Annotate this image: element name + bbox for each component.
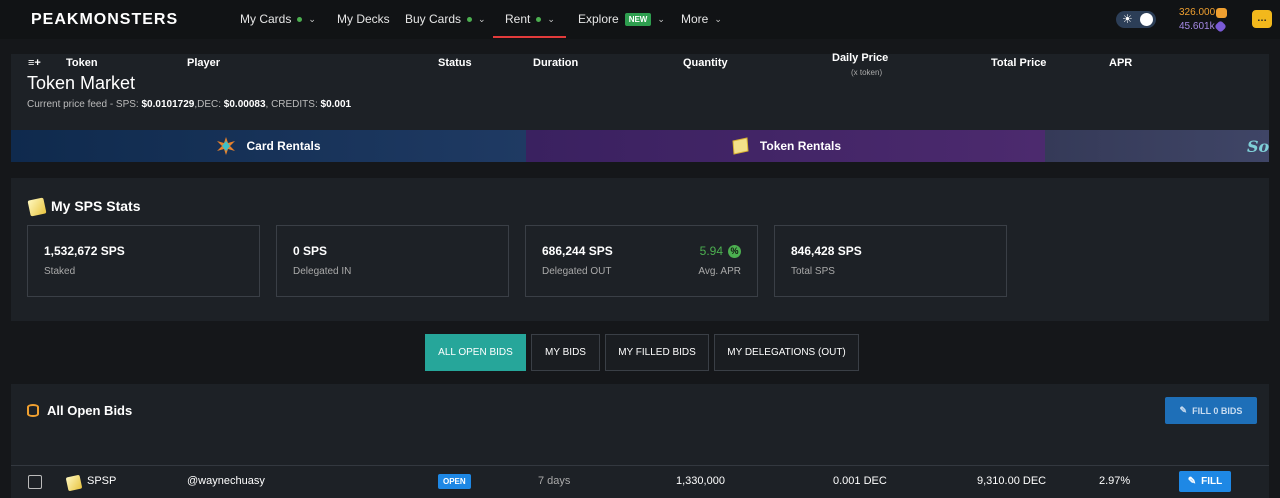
column-settings-icon[interactable]: ≡+ <box>28 57 41 69</box>
active-tab-indicator <box>493 36 566 38</box>
stat-delegated-in: 0 SPS Delegated IN <box>276 225 509 297</box>
col-daily-price[interactable]: Daily Price <box>832 52 888 64</box>
status-dot <box>297 16 303 22</box>
token-icon <box>65 474 83 492</box>
stat-staked: 1,532,672 SPS Staked <box>27 225 260 297</box>
top-nav: PEAKMONSTERS My Cards ⌄ My Decks Buy Car… <box>0 0 1280 39</box>
tab-my-bids[interactable]: MY BIDS <box>531 334 600 371</box>
chat-icon[interactable]: … <box>1252 10 1272 28</box>
col-player[interactable]: Player <box>187 57 220 69</box>
toggle-knob <box>1140 13 1153 26</box>
status-dot <box>536 16 542 22</box>
edit-icon: ✎ <box>1179 405 1188 415</box>
token-rentals-banner[interactable]: Token Rentals <box>526 130 1045 162</box>
col-token[interactable]: Token <box>66 57 98 69</box>
col-daily-price-sub: (x token) <box>851 68 883 77</box>
card-rentals-banner[interactable]: Card Rentals <box>11 130 526 162</box>
col-duration[interactable]: Duration <box>533 57 578 69</box>
token-market-header: Token Market Current price feed - SPS: $… <box>11 54 1269 162</box>
col-status[interactable]: Status <box>438 57 472 69</box>
row-player[interactable]: @waynechuasy <box>187 475 265 487</box>
souls-logo: Sou <box>1247 136 1269 156</box>
avg-apr: 5.94% <box>700 244 741 258</box>
row-checkbox[interactable] <box>28 475 42 489</box>
col-apr[interactable]: APR <box>1109 57 1132 69</box>
stat-delegated-out: 686,244 SPS Delegated OUT 5.94% Avg. APR <box>525 225 758 297</box>
nav-my-cards[interactable]: My Cards ⌄ <box>240 12 316 26</box>
souls-banner[interactable]: Sou <box>1045 130 1269 162</box>
chevron-down-icon: ⌄ <box>547 13 555 24</box>
sps-stats-panel: My SPS Stats 1,532,672 SPS Staked 0 SPS … <box>11 178 1269 321</box>
dec-coin-icon <box>1216 8 1227 18</box>
chevron-down-icon: ⌄ <box>657 13 665 24</box>
stat-total-sps: 846,428 SPS Total SPS <box>774 225 1007 297</box>
row-duration: 7 days <box>538 475 571 487</box>
table-header-divider <box>11 465 1269 466</box>
card-gem-icon <box>217 137 236 155</box>
row-token: SPSP <box>87 475 117 487</box>
sps-balance: 45.601k <box>1179 21 1215 32</box>
price-feed: Current price feed - SPS: $0.0101729,DEC… <box>27 99 352 110</box>
col-quantity[interactable]: Quantity <box>683 57 728 69</box>
nav-buy-cards[interactable]: Buy Cards ⌄ <box>405 12 486 26</box>
chevron-down-icon: ⌄ <box>714 13 722 24</box>
nav-explore[interactable]: Explore NEW ⌄ <box>578 12 665 26</box>
bids-title: All Open Bids <box>47 403 133 418</box>
edit-icon: ✎ <box>1187 476 1197 487</box>
tab-all-open-bids[interactable]: ALL OPEN BIDS <box>425 334 526 371</box>
dec-balance: 326.000 <box>1179 7 1216 18</box>
col-total-price[interactable]: Total Price <box>991 57 1046 69</box>
theme-toggle[interactable]: ☀ <box>1116 11 1156 28</box>
fill-button[interactable]: ✎ FILL <box>1179 471 1231 492</box>
new-badge: NEW <box>624 12 652 26</box>
row-daily-price: 0.001 DEC <box>833 475 887 487</box>
row-apr: 2.97% <box>1099 475 1131 487</box>
status-badge: OPEN <box>438 474 471 489</box>
logo[interactable]: PEAKMONSTERS <box>31 11 178 29</box>
token-icon <box>732 137 749 155</box>
sps-gem-icon <box>1214 20 1227 33</box>
chevron-down-icon: ⌄ <box>308 13 316 24</box>
tab-my-filled-bids[interactable]: MY FILLED BIDS <box>605 334 709 371</box>
nav-rent[interactable]: Rent ⌄ <box>505 12 555 26</box>
row-total-price: 9,310.00 DEC <box>977 475 1047 487</box>
nav-more[interactable]: More ⌄ <box>681 12 722 26</box>
nav-my-decks[interactable]: My Decks <box>337 12 390 26</box>
tab-my-delegations[interactable]: MY DELEGATIONS (OUT) <box>714 334 859 371</box>
stats-title: My SPS Stats <box>51 198 141 214</box>
database-icon <box>27 404 39 417</box>
row-quantity: 1,330,000 <box>676 475 725 487</box>
token-icon <box>27 197 47 217</box>
page-title: Token Market <box>27 73 136 93</box>
fill-all-button[interactable]: ✎ FILL 0 BIDS <box>1165 397 1257 424</box>
sun-icon: ☀ <box>1122 12 1133 26</box>
percent-icon: % <box>728 244 741 258</box>
chevron-down-icon: ⌄ <box>478 13 486 24</box>
status-dot <box>467 16 473 22</box>
